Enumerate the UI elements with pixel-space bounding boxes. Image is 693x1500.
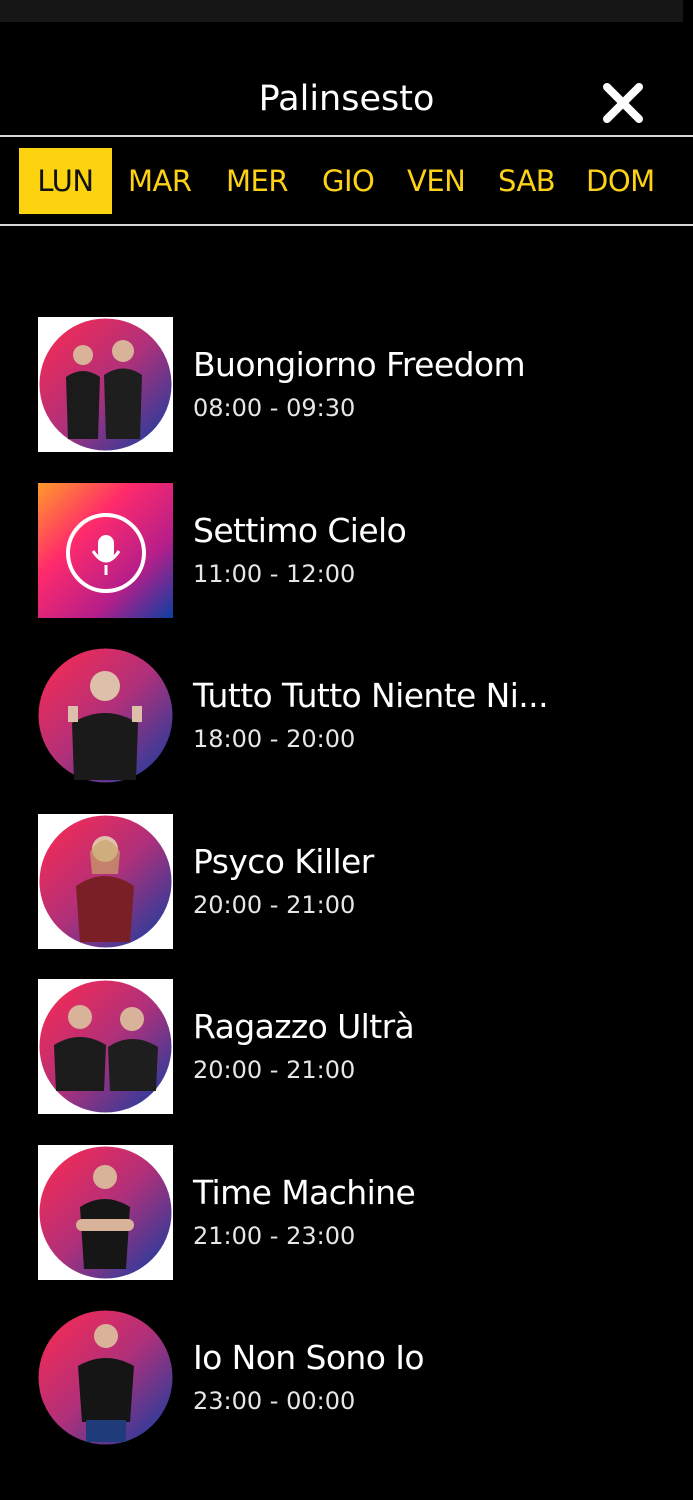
show-name: Buongiorno Freedom <box>193 345 526 384</box>
tabs-divider <box>0 224 693 226</box>
show-time: 21:00 - 23:00 <box>193 1221 356 1250</box>
show-name: Io Non Sono Io <box>193 1338 425 1377</box>
freedom-logo-thumbnail <box>38 482 173 618</box>
show-thumbnail <box>38 648 173 783</box>
day-tabs: LUN MAR MER GIO VEN SAB DOM <box>19 148 679 214</box>
close-button[interactable] <box>601 81 645 125</box>
schedule-item[interactable]: Io Non Sono Io 23:00 - 00:00 <box>38 1310 678 1445</box>
schedule-item[interactable]: Buongiorno Freedom 08:00 - 09:30 <box>38 317 678 452</box>
tab-sab[interactable]: SAB <box>498 148 556 214</box>
show-name: Ragazzo Ultrà <box>193 1007 415 1046</box>
tab-lun[interactable]: LUN <box>19 148 112 214</box>
tab-ven[interactable]: VEN <box>407 148 466 214</box>
close-icon <box>603 83 643 123</box>
header: Palinsesto <box>0 60 693 136</box>
show-time: 08:00 - 09:30 <box>193 394 356 422</box>
show-time: 20:00 - 21:00 <box>193 1056 356 1084</box>
show-thumbnail <box>38 1144 173 1280</box>
header-divider <box>0 135 693 137</box>
show-time: 18:00 - 20:00 <box>193 725 356 753</box>
show-thumbnail <box>38 317 173 452</box>
show-name: Psyco Killer <box>193 841 374 881</box>
schedule-list: Buongiorno Freedom 08:00 - 09:30 Settimo… <box>38 317 678 1476</box>
status-bar <box>0 0 683 22</box>
show-name: Settimo Cielo <box>193 510 407 550</box>
show-name: Tutto Tutto Niente Ni... <box>193 676 549 715</box>
show-time: 20:00 - 21:00 <box>193 890 356 919</box>
schedule-item[interactable]: Tutto Tutto Niente Ni... 18:00 - 20:00 <box>38 648 678 783</box>
show-thumbnail <box>38 1310 173 1445</box>
schedule-item[interactable]: Ragazzo Ultrà 20:00 - 21:00 <box>38 979 678 1114</box>
tab-mer[interactable]: MER <box>226 148 289 214</box>
schedule-item[interactable]: Settimo Cielo 11:00 - 12:00 <box>38 482 678 618</box>
show-time: 23:00 - 00:00 <box>193 1387 356 1415</box>
tab-gio[interactable]: GIO <box>322 148 375 214</box>
show-time: 11:00 - 12:00 <box>193 559 356 588</box>
show-thumbnail <box>38 813 173 949</box>
tab-mar[interactable]: MAR <box>128 148 192 214</box>
schedule-item[interactable]: Time Machine 21:00 - 23:00 <box>38 1144 678 1280</box>
schedule-item[interactable]: Psyco Killer 20:00 - 21:00 <box>38 813 678 949</box>
show-name: Time Machine <box>193 1172 416 1212</box>
show-thumbnail <box>38 979 173 1114</box>
page-title: Palinsesto <box>258 79 435 119</box>
tab-dom[interactable]: DOM <box>586 148 655 214</box>
